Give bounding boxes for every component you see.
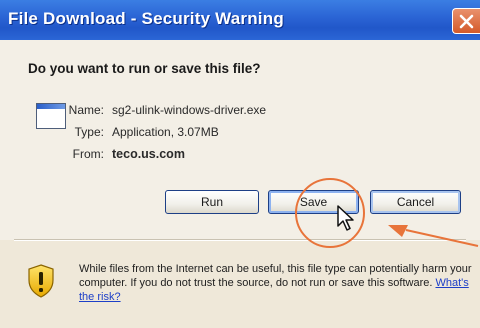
file-from-value: teco.us.com (112, 147, 185, 161)
mouse-cursor-icon (336, 204, 356, 237)
close-button[interactable] (452, 8, 480, 34)
file-from-label: From: (72, 147, 104, 161)
file-type-label: Type: (74, 125, 104, 139)
title-bar[interactable]: File Download - Security Warning (0, 0, 480, 40)
file-type-row: Type: Application, 3.07MB (54, 125, 219, 139)
run-button[interactable]: Run (165, 190, 259, 214)
file-name-value: sg2-ulink-windows-driver.exe (112, 103, 267, 117)
window-title: File Download - Security Warning (8, 9, 284, 28)
file-name-label: Name: (68, 103, 104, 117)
security-shield-icon (28, 264, 54, 303)
prompt-question: Do you want to run or save this file? (28, 61, 261, 76)
cancel-button[interactable]: Cancel (370, 190, 461, 214)
file-download-dialog: File Download - Security Warning Do you … (0, 0, 480, 328)
file-name-row: Name: sg2-ulink-windows-driver.exe (54, 103, 266, 117)
warning-text: While files from the Internet can be use… (79, 263, 472, 289)
warning-message: While files from the Internet can be use… (79, 262, 474, 304)
file-type-value: Application, 3.07MB (112, 125, 219, 139)
annotation-arrow (384, 224, 480, 253)
file-from-row: From: teco.us.com (54, 147, 185, 161)
